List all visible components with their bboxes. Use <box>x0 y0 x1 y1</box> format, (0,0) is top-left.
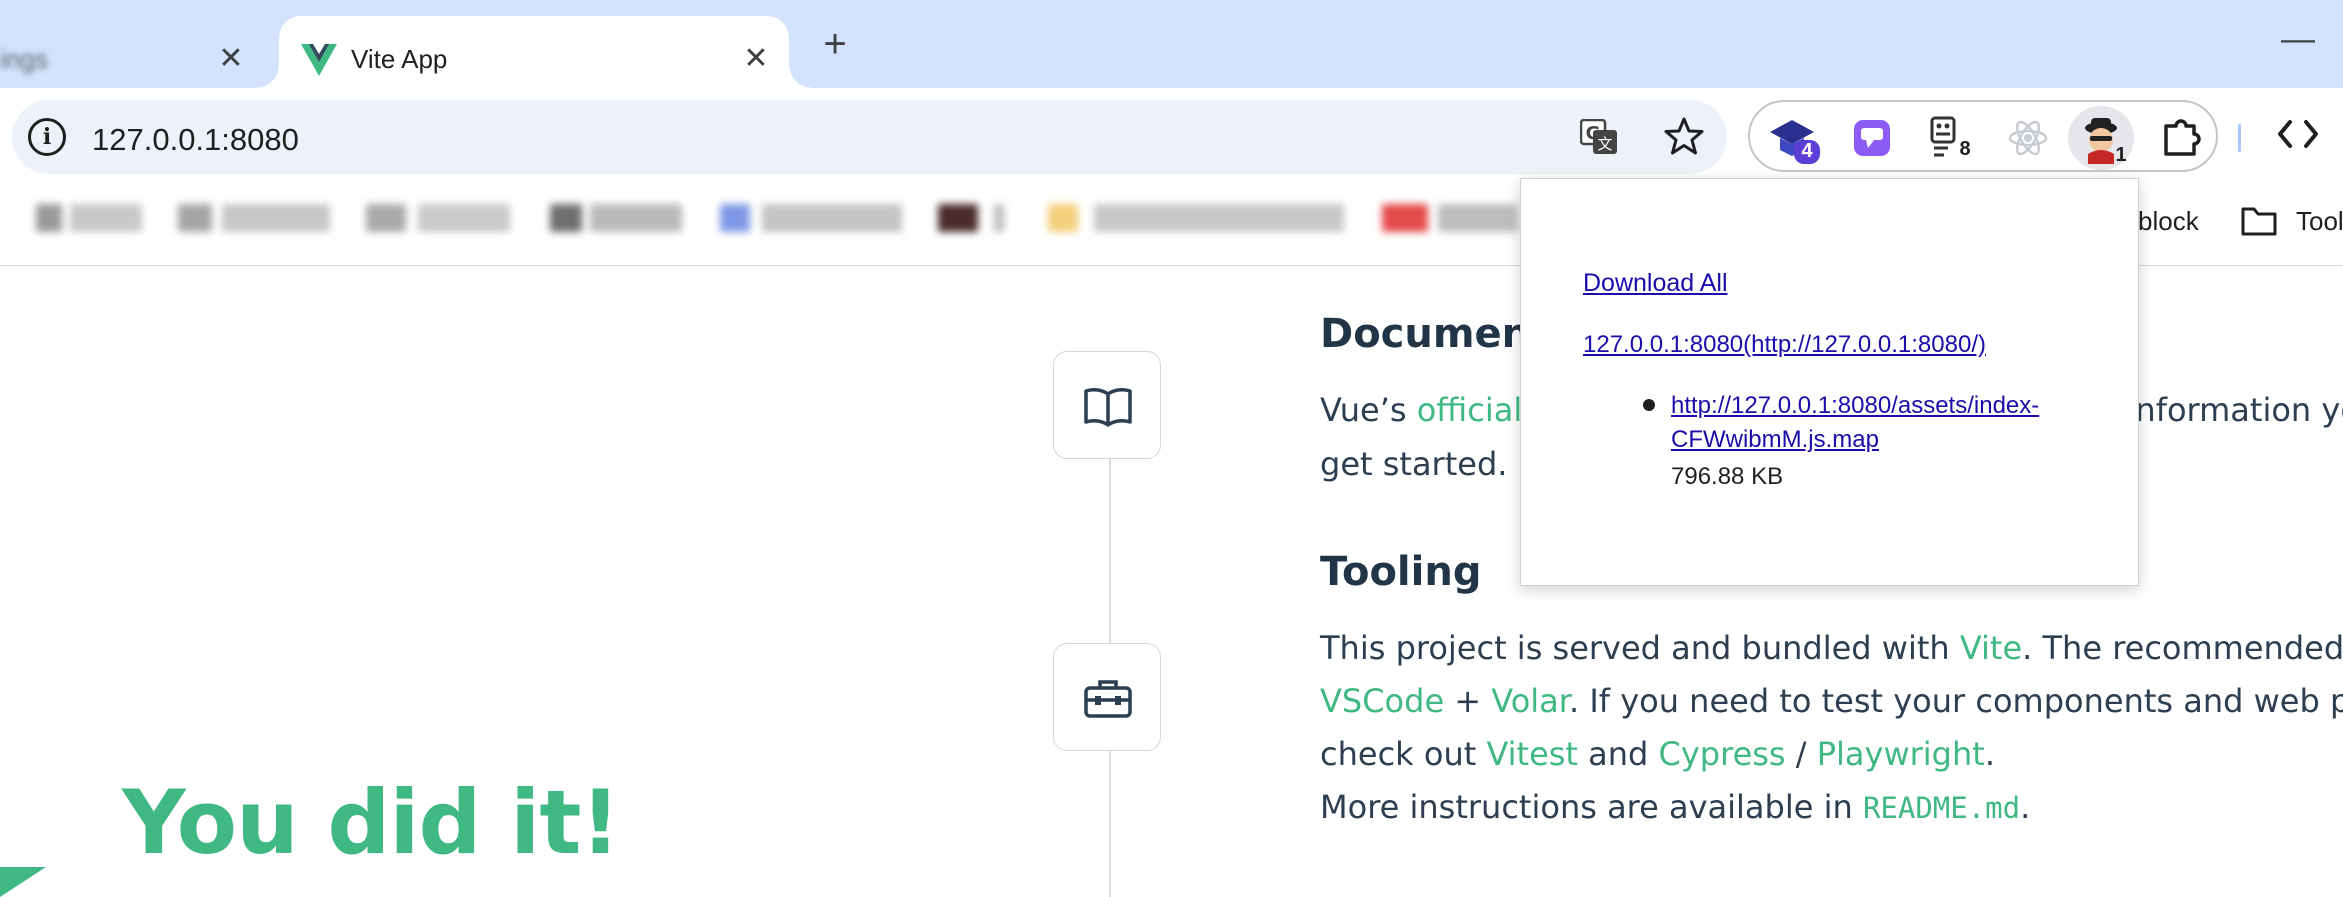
file-size: 796.88 KB <box>1671 463 1784 490</box>
extension-badge: 4 <box>1794 140 1820 164</box>
bookmark-item-blurred[interactable] <box>1048 198 1348 238</box>
bookmark-item-blurred[interactable] <box>720 198 910 238</box>
tab-inactive-close-icon[interactable]: ✕ <box>214 42 248 76</box>
decorative-triangle <box>0 867 46 897</box>
bookmark-item-block[interactable]: block <box>2138 206 2199 237</box>
extension-purple-chat-icon[interactable] <box>1846 112 1898 164</box>
tooling-text: + <box>1444 682 1492 720</box>
extensions-puzzle-icon[interactable] <box>2156 112 2208 164</box>
browser-toolbar: i 127.0.0.1:8080 G 文 4 <box>0 88 2343 180</box>
sourcemap-file-link[interactable]: http://127.0.0.1:8080/assets/index-CFWwi… <box>1671 389 2111 457</box>
tooling-heading: Tooling <box>1320 549 1482 595</box>
bookmark-star-icon[interactable] <box>1664 116 1704 156</box>
extensions-group: 4 8 1 <box>1748 100 2218 172</box>
extension-graduation-cap-icon[interactable]: 4 <box>1766 112 1820 164</box>
documentation-icon-box <box>1053 351 1161 459</box>
tooling-text: check out <box>1320 735 1487 773</box>
vite-link[interactable]: Vite <box>1960 629 2022 667</box>
playwright-link[interactable]: Playwright <box>1817 735 1985 773</box>
tooling-text: . <box>2020 788 2031 826</box>
origin-link[interactable]: 127.0.0.1:8080(http://127.0.0.1:8080/) <box>1583 331 1986 359</box>
tooling-text: and <box>1577 735 1659 773</box>
hero-title: You did it! <box>122 771 621 874</box>
extension-badge: 8 <box>1954 138 1976 162</box>
bookmark-folder-tool[interactable]: Tool <box>2296 206 2343 237</box>
address-bar[interactable]: i 127.0.0.1:8080 G 文 <box>12 100 1727 174</box>
vitest-link[interactable]: Vitest <box>1486 735 1578 773</box>
bookmark-item-blurred[interactable] <box>550 198 686 238</box>
tooling-text: . If you need to test your components an… <box>1568 682 2343 720</box>
tooling-paragraph-line1: This project is served and bundled with … <box>1320 629 2343 667</box>
tooling-text: . The recommended IDE setup is <box>2022 629 2343 667</box>
bookmark-item-blurred[interactable] <box>36 198 146 238</box>
download-all-link[interactable]: Download All <box>1583 269 1728 298</box>
doc-text: Vue’s <box>1320 391 1417 429</box>
tab-active[interactable]: Vite App ✕ <box>257 16 811 88</box>
new-tab-plus-icon[interactable]: + <box>815 22 855 66</box>
tab-active-close-icon[interactable]: ✕ <box>739 42 773 76</box>
tab-active-title: Vite App <box>351 44 448 74</box>
tooling-text: / <box>1785 735 1817 773</box>
folder-icon <box>2241 207 2277 236</box>
url-text[interactable]: 127.0.0.1:8080 <box>92 122 299 158</box>
vue-logo-icon <box>301 44 337 76</box>
toolbar-divider <box>2238 124 2241 152</box>
tooling-paragraph-line4: More instructions are available in READM… <box>1320 788 2030 826</box>
tooling-paragraph-line3: check out Vitest and Cypress / Playwrigh… <box>1320 735 1995 773</box>
devtools-code-icon[interactable] <box>2276 116 2320 152</box>
extension-popup: Download All 127.0.0.1:8080(http://127.0… <box>1520 178 2139 586</box>
extension-react-icon[interactable] <box>2002 112 2054 164</box>
readme-code: README.md <box>1862 791 2021 825</box>
tab-inactive-title: ings <box>0 44 48 74</box>
tab-strip: ings ✕ Vite App ✕ + — <box>0 0 2343 88</box>
cypress-link[interactable]: Cypress <box>1659 735 1786 773</box>
tab-inactive[interactable]: ings ✕ <box>0 16 276 88</box>
tooling-text: . <box>1984 735 1995 773</box>
vscode-link[interactable]: VSCode <box>1320 682 1444 720</box>
extension-spy-icon[interactable]: 1 <box>2068 106 2134 170</box>
volar-link[interactable]: Volar <box>1491 682 1569 720</box>
site-info-icon[interactable]: i <box>28 118 66 156</box>
tooling-text: This project is served and bundled with <box>1320 629 1960 667</box>
toolbox-icon <box>1084 680 1132 718</box>
tooling-icon-box <box>1053 643 1161 751</box>
book-icon <box>1084 388 1132 427</box>
minimize-window-icon[interactable]: — <box>2278 20 2318 64</box>
bookmark-item-blurred[interactable] <box>178 198 338 238</box>
tooling-paragraph-line2: VSCode + Volar. If you need to test your… <box>1320 682 2343 720</box>
bookmark-item-blurred[interactable] <box>938 198 1010 238</box>
bookmark-item-blurred[interactable] <box>1382 198 1522 238</box>
documentation-paragraph-line2: get started. <box>1320 445 1508 483</box>
extension-badge: 1 <box>2115 144 2127 166</box>
list-bullet <box>1643 399 1655 411</box>
bookmark-item-blurred[interactable] <box>366 198 516 238</box>
tooling-text: More instructions are available in <box>1320 788 1863 826</box>
translate-icon[interactable]: G 文 <box>1580 119 1618 155</box>
svg-text:文: 文 <box>1597 135 1612 153</box>
extension-scanner-icon[interactable]: 8 <box>1924 112 1976 164</box>
